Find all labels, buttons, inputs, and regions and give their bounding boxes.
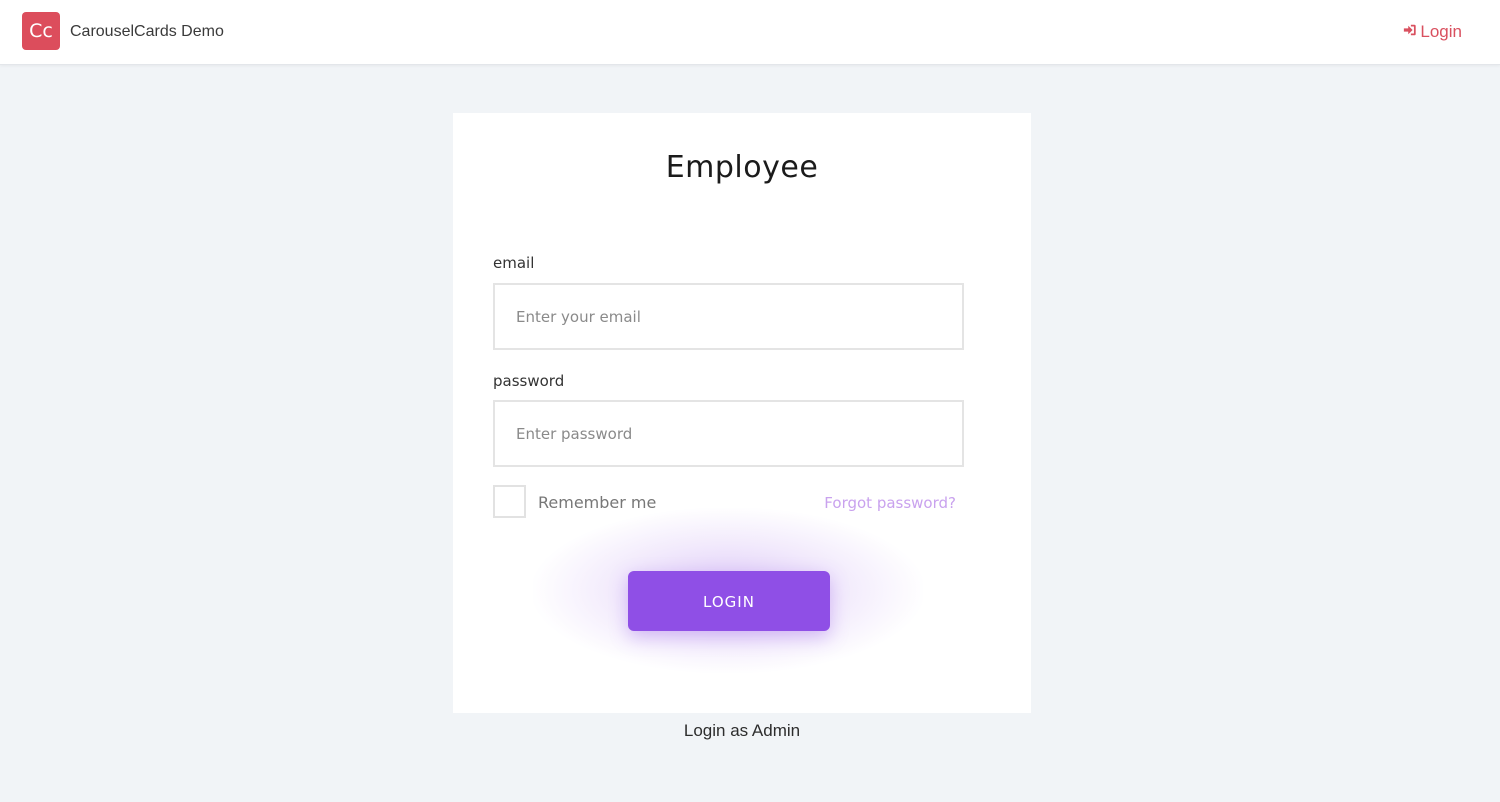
brand-logo[interactable]: Cc: [22, 12, 60, 50]
login-button[interactable]: LOGIN: [628, 571, 830, 631]
brand-name[interactable]: CarouselCards Demo: [70, 22, 224, 42]
remember-me-checkbox[interactable]: [493, 485, 526, 518]
password-input[interactable]: [493, 400, 964, 467]
login-card: Employee email password Remember me Forg…: [453, 113, 1031, 713]
email-input[interactable]: [493, 283, 964, 350]
nav-login-label: Login: [1420, 22, 1462, 41]
form-title: Employee: [665, 150, 819, 185]
sign-in-icon: [1403, 22, 1420, 42]
top-navbar: Cc CarouselCards Demo Login: [0, 0, 1500, 65]
password-label: password: [493, 372, 565, 390]
email-label: email: [493, 254, 535, 272]
login-as-admin-link[interactable]: Login as Admin: [453, 721, 1031, 741]
nav-login-link[interactable]: Login: [1403, 22, 1462, 42]
